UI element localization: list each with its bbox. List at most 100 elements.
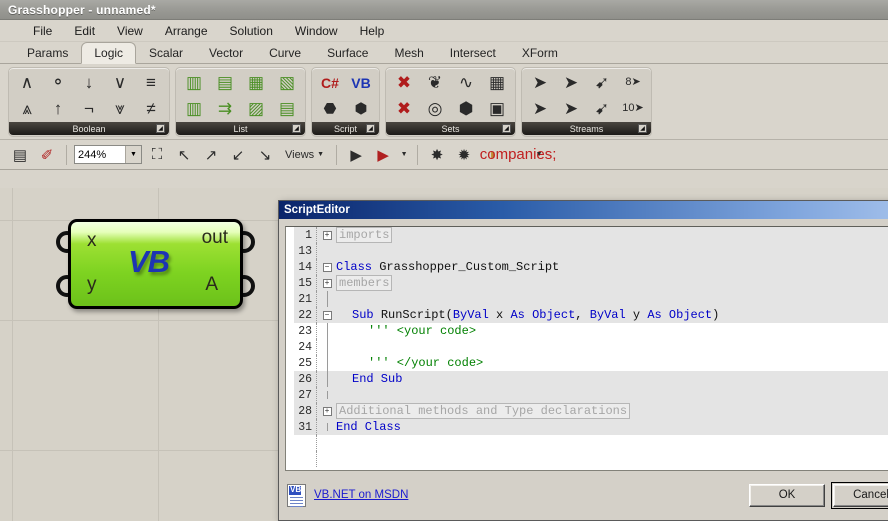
fold-expand-icon[interactable]: + [320,231,334,240]
not-equal-icon[interactable]: ≠ [136,97,166,120]
script-editor-dialog[interactable]: ScriptEditor 1 + imports 13 14− Class Grassho… [278,200,888,521]
jitter-icon[interactable]: ◎ [420,97,450,120]
up-arrow-icon[interactable]: ↑ [43,97,73,120]
code-line[interactable]: 15 + members [294,275,888,291]
code-line[interactable] [294,435,888,451]
tab-logic[interactable]: Logic [81,42,136,64]
code-line[interactable]: 1 + imports [294,227,888,243]
tab-xform[interactable]: XForm [509,42,571,64]
list-item-icon[interactable]: ▥ [179,71,209,94]
nor-gate-icon[interactable]: ⩔ [105,97,135,120]
csharp-script-icon[interactable]: C# [315,71,345,94]
fold-collapse-icon[interactable]: − [320,263,334,272]
code-line[interactable]: 14− Class Grasshopper_Custom_Script [294,259,888,275]
zoom-level-combobox[interactable]: ▼ [74,145,142,164]
code-line[interactable]: 26 End Sub [294,371,888,387]
menu-item-help[interactable]: Help [349,22,396,40]
menu-item-view[interactable]: View [106,22,154,40]
fold-expand-icon[interactable]: + [320,407,334,416]
fold-box[interactable]: − [323,311,332,320]
nand-gate-icon[interactable]: ⩓ [12,97,42,120]
preview-mesh-icon[interactable]: companies; [506,144,530,166]
stream-merge2-icon[interactable]: ➹ [587,97,617,120]
ok-button[interactable]: OK [749,484,825,507]
or-gate-icon[interactable]: ∨ [105,71,135,94]
tab-intersect[interactable]: Intersect [437,42,509,64]
zoom-extents-icon[interactable]: ⛶ [145,144,169,166]
null-item-icon[interactable]: ✖ [389,71,419,94]
sort-list-icon[interactable]: ▦ [241,71,271,94]
chevron-down-icon[interactable]: ▼ [398,144,410,166]
tab-mesh[interactable]: Mesh [381,42,436,64]
series-icon[interactable]: ▣ [482,97,512,120]
tab-params[interactable]: Params [14,42,81,64]
pan-up-right-icon[interactable]: ↗ [199,144,223,166]
menu-item-edit[interactable]: Edit [63,22,106,40]
menu-item-window[interactable]: Window [284,22,349,40]
expand-group-icon[interactable]: ◢ [156,124,165,133]
shift-list-icon[interactable]: ⇉ [210,97,240,120]
solution-run-icon[interactable]: ▶ [344,144,368,166]
domain-icon[interactable]: ▦ [482,71,512,94]
reverse-list-icon[interactable]: ▧ [272,71,302,94]
chevron-down-icon[interactable]: ▼ [125,146,141,163]
fold-box[interactable]: − [323,263,332,272]
cancel-button[interactable]: Cancel [833,484,888,507]
expand-group-icon[interactable]: ◢ [638,124,647,133]
pan-down-right-icon[interactable]: ↘ [253,144,277,166]
down-arrow-icon[interactable]: ↓ [74,71,104,94]
tab-vector[interactable]: Vector [196,42,256,64]
fold-collapse-icon[interactable]: − [320,311,334,320]
fold-box[interactable]: + [323,407,332,416]
gate-nodes-icon[interactable]: ⚬ [43,71,73,94]
list-length-icon[interactable]: ▤ [210,71,240,94]
not-gate-icon[interactable]: ¬ [74,97,104,120]
menu-item-arrange[interactable]: Arrange [154,22,219,40]
code-editor[interactable]: 1 + imports 13 14− Class Grasshopper_Custom_S… [285,226,888,471]
equals-lines-icon[interactable]: ≡ [136,71,166,94]
and-gate-icon[interactable]: ∧ [12,71,42,94]
solution-options-icon[interactable]: ▶ [371,144,395,166]
code-lines-container[interactable]: 1 + imports 13 14− Class Grasshopper_Custom_S… [294,227,888,470]
code-line[interactable]: 31 End Class [294,419,888,435]
stream-filter-icon[interactable]: ➤ [525,71,555,94]
stream-10-icon[interactable]: 10➤ [618,97,648,120]
zoom-selection-icon[interactable]: ↖ [172,144,196,166]
fold-box[interactable]: + [323,279,332,288]
tab-surface[interactable]: Surface [314,42,381,64]
menu-item-solution[interactable]: Solution [219,22,284,40]
stream-gate-icon[interactable]: ➤ [556,71,586,94]
chevron-down-icon[interactable]: ▼ [533,144,545,166]
code-line[interactable]: 24 [294,339,888,355]
script-blank-icon[interactable]: ⬢ [346,97,376,120]
pan-down-left-icon[interactable]: ↙ [226,144,250,166]
vb-script-component[interactable]: x y out A VB [68,219,243,309]
code-line[interactable]: 23 ''' <your code> [294,323,888,339]
stream-gate2-icon[interactable]: ➤ [556,97,586,120]
expand-group-icon[interactable]: ◢ [502,124,511,133]
expand-group-icon[interactable]: ◢ [366,124,375,133]
box-set-icon[interactable]: ⬢ [451,97,481,120]
tab-curve[interactable]: Curve [256,42,314,64]
code-line[interactable]: 21 [294,291,888,307]
stream-merge-icon[interactable]: ➹ [587,71,617,94]
list-last-icon[interactable]: ▥ [179,97,209,120]
expression-icon[interactable]: ⬣ [315,97,345,120]
views-dropdown[interactable]: Views ▼ [280,147,329,163]
code-line[interactable]: 28 + Additional methods and Type declarati… [294,403,888,419]
notes-icon[interactable]: ▤ [8,144,32,166]
random-icon[interactable]: ✖ [389,97,419,120]
menu-item-file[interactable]: File [22,22,63,40]
component-body[interactable]: x y out A VB [68,219,243,309]
fold-box[interactable]: + [323,231,332,240]
msdn-link[interactable]: VB.NET on MSDN [314,489,408,501]
zoom-input[interactable] [75,148,123,162]
split-list-icon[interactable]: ▨ [241,97,271,120]
paint-icon[interactable]: ✐ [35,144,59,166]
vb-script-icon[interactable]: VB [346,71,376,94]
stream-single-icon[interactable]: ➤ [525,97,555,120]
fold-expand-icon[interactable]: + [320,279,334,288]
tab-scalar[interactable]: Scalar [136,42,196,64]
stream-8-icon[interactable]: 8➤ [618,71,648,94]
expand-group-icon[interactable]: ◢ [292,124,301,133]
